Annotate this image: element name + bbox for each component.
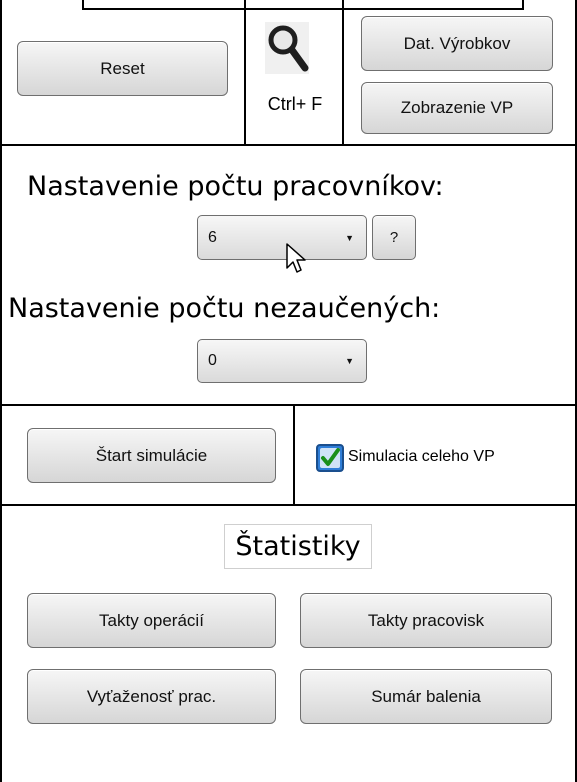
top-field-remnant bbox=[82, 0, 524, 10]
search-divider-left bbox=[244, 0, 246, 145]
untrained-count-value: 0 bbox=[208, 352, 217, 369]
untrained-heading: Nastavenie počtu nezaučených: bbox=[8, 293, 441, 324]
workers-count-value: 6 bbox=[208, 228, 217, 246]
workers-heading: Nastavenie počtu pracovníkov: bbox=[27, 171, 444, 202]
section-divider-2 bbox=[0, 404, 577, 406]
workplace-cycles-button[interactable]: Takty pracovisk bbox=[300, 593, 552, 648]
mouse-pointer-icon bbox=[286, 243, 306, 273]
workers-count-select[interactable]: 6 ▼ bbox=[197, 215, 367, 260]
statistics-heading: Štatistiky bbox=[224, 524, 372, 569]
checkmark-icon bbox=[316, 444, 344, 472]
simulation-divider bbox=[293, 405, 295, 505]
search-divider-right bbox=[342, 0, 344, 145]
show-vp-button[interactable]: Zobrazenie VP bbox=[361, 82, 553, 134]
workers-help-button[interactable]: ? bbox=[372, 215, 416, 260]
search-shortcut-label: Ctrl+ F bbox=[267, 94, 323, 114]
whole-vp-checkbox[interactable]: Simulacia celeho VP bbox=[316, 443, 572, 473]
start-simulation-button[interactable]: Štart simulácie bbox=[27, 428, 276, 483]
reset-button[interactable]: Reset bbox=[17, 41, 228, 96]
untrained-count-select[interactable]: 0 ▼ bbox=[197, 339, 367, 383]
product-data-button[interactable]: Dat. Výrobkov bbox=[361, 16, 553, 71]
section-divider-3 bbox=[0, 504, 577, 506]
section-divider-1 bbox=[0, 144, 577, 146]
chevron-down-icon: ▼ bbox=[345, 356, 354, 366]
left-border bbox=[0, 0, 2, 782]
op-cycles-button[interactable]: Takty operácií bbox=[27, 593, 276, 648]
chevron-down-icon: ▼ bbox=[345, 232, 354, 243]
whole-vp-label: Simulacia celeho VP bbox=[348, 448, 495, 465]
utilization-button[interactable]: Vyťaženosť prac. bbox=[27, 669, 276, 724]
magnifier-icon bbox=[265, 22, 309, 74]
packaging-summary-button[interactable]: Sumár balenia bbox=[300, 669, 552, 724]
search-button[interactable]: Ctrl+ F bbox=[262, 22, 328, 132]
